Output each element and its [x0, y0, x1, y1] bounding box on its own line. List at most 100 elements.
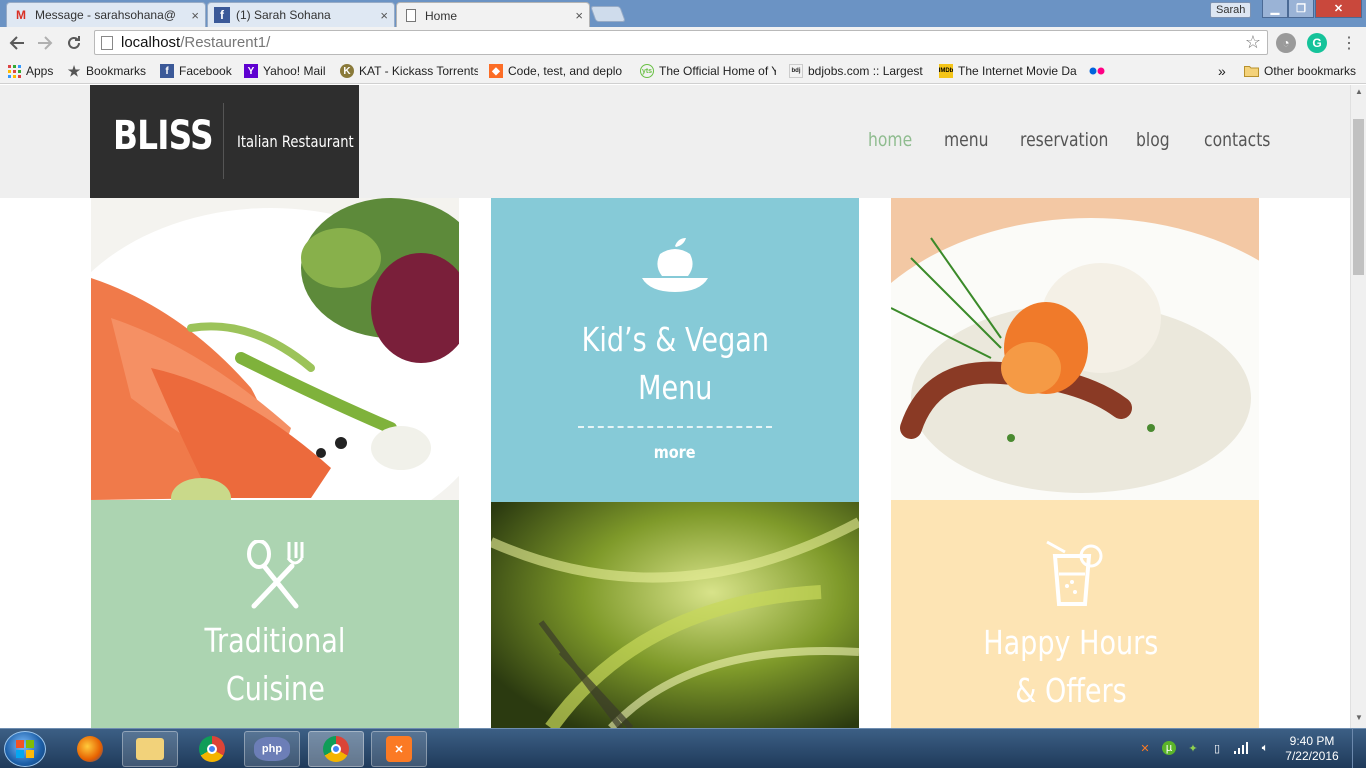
tile-title-line1: Traditional	[204, 621, 346, 660]
new-tab-button[interactable]	[590, 6, 626, 22]
tab-gmail[interactable]: M Message - sarahsohana@ ×	[6, 2, 206, 27]
bookmark-flickr[interactable]	[1089, 63, 1110, 79]
utorrent-tray-icon[interactable]: µ	[1162, 741, 1176, 755]
apple-bowl-icon	[642, 238, 708, 292]
taskbar-php[interactable]: php	[244, 731, 300, 767]
more-link[interactable]: more	[491, 443, 859, 463]
nav-home[interactable]: home	[868, 129, 912, 151]
kids-vegan-menu-tile[interactable]: Kid’s & Vegan Menu more	[491, 198, 859, 502]
star-icon: ★	[67, 63, 81, 79]
chrome-icon	[199, 736, 225, 762]
site-header: BLISS Italian Restaurant home menu reser…	[0, 85, 1350, 198]
bookmark-imdb[interactable]: IMDb The Internet Movie Da	[939, 63, 1079, 79]
bookmark-bookmarks[interactable]: ★ Bookmarks	[67, 63, 146, 79]
bookmark-yts[interactable]: yts The Official Home of Y	[640, 63, 776, 79]
page-scrollbar[interactable]: ▲ ▼	[1350, 85, 1366, 728]
site-logo[interactable]: BLISS Italian Restaurant	[90, 85, 359, 198]
gitlab-icon: ◆	[489, 64, 503, 78]
tab-facebook[interactable]: f (1) Sarah Sohana ×	[207, 2, 395, 27]
xampp-tray-icon[interactable]: ✕	[1138, 741, 1152, 755]
forward-button[interactable]	[34, 32, 56, 54]
bookmark-facebook[interactable]: f Facebook	[160, 63, 232, 79]
bookmark-bdjobs[interactable]: bdj bdjobs.com :: Largest	[789, 63, 925, 79]
cocktail-glass-icon	[1046, 540, 1103, 606]
file-explorer-icon	[136, 738, 164, 760]
close-window-button[interactable]: ✕	[1315, 0, 1362, 18]
url-path: /Restaurent1/	[180, 34, 271, 51]
taskbar-xampp[interactable]: ✕	[371, 731, 427, 767]
yahoo-icon: Y	[244, 64, 258, 78]
bookmark-gitlab[interactable]: ◆ Code, test, and deplo	[489, 63, 627, 79]
tab-strip: M Message - sarahsohana@ × f (1) Sarah S…	[0, 0, 1366, 28]
profile-button[interactable]: Sarah	[1210, 2, 1252, 18]
taskbar-chrome-active[interactable]	[308, 731, 364, 767]
forward-arrow-icon	[38, 36, 53, 50]
shrimp-octopus-risotto-photo	[891, 198, 1259, 500]
grammarly-icon[interactable]: G	[1307, 33, 1327, 53]
battery-tray-icon[interactable]: ▯	[1210, 741, 1224, 755]
tab-home[interactable]: Home ×	[396, 2, 590, 28]
start-button[interactable]	[4, 731, 46, 767]
bookmark-label: The Official Home of Y	[659, 64, 776, 78]
network-share-tray-icon[interactable]: ✦	[1186, 741, 1200, 755]
bookmarks-bar: Apps ★ Bookmarks f Facebook Y Yahoo! Mai…	[0, 58, 1366, 84]
bookmark-other[interactable]: Other bookmarks	[1244, 63, 1356, 79]
scroll-down-icon[interactable]: ▼	[1355, 713, 1363, 722]
nav-blog[interactable]: blog	[1136, 129, 1170, 151]
bookmark-label: KAT - Kickass Torrents	[359, 64, 478, 78]
nav-menu[interactable]: menu	[944, 129, 989, 151]
bookmark-label: bdjobs.com :: Largest	[808, 64, 923, 78]
extension-icon[interactable]: ◔	[1276, 33, 1296, 53]
taskbar-firefox[interactable]	[62, 731, 118, 767]
bookmark-star-icon[interactable]: ☆	[1245, 32, 1261, 53]
happy-hours-offers-tile[interactable]: Happy Hours & Offers	[891, 500, 1259, 728]
tile-title-line1: Happy Hours	[983, 623, 1159, 662]
xampp-icon: ✕	[386, 736, 412, 762]
taskbar-chrome[interactable]	[184, 731, 240, 767]
taskbar-file-explorer[interactable]	[122, 731, 178, 767]
scrollbar-thumb[interactable]	[1353, 119, 1364, 275]
nav-reservation[interactable]: reservation	[1020, 129, 1108, 151]
signal-tray-icon[interactable]	[1234, 741, 1248, 755]
bookmark-apps[interactable]: Apps	[7, 63, 53, 79]
logo-divider	[223, 103, 224, 179]
windows-logo-icon	[16, 740, 34, 758]
bookmarks-overflow-button[interactable]: »	[1218, 63, 1226, 79]
close-tab-icon[interactable]: ×	[380, 8, 388, 23]
nav-contacts[interactable]: contacts	[1204, 129, 1270, 151]
flickr-icon	[1089, 64, 1105, 78]
scroll-up-icon[interactable]: ▲	[1355, 87, 1363, 96]
bookmark-kat[interactable]: K KAT - Kickass Torrents	[340, 63, 478, 79]
minimize-button[interactable]: ▁	[1262, 0, 1288, 18]
close-tab-icon[interactable]: ×	[191, 8, 199, 23]
spoon-fork-icon	[247, 540, 304, 609]
page-viewport: BLISS Italian Restaurant home menu reser…	[0, 85, 1350, 728]
back-button[interactable]	[6, 32, 28, 54]
tile-title-line2: & Offers	[1015, 671, 1127, 710]
yts-icon: yts	[640, 64, 654, 78]
close-tab-icon[interactable]: ×	[575, 8, 583, 23]
gmail-icon: M	[16, 8, 26, 22]
back-arrow-icon	[9, 36, 24, 50]
apps-grid-icon	[7, 64, 21, 78]
menu-icon[interactable]: ⋮	[1338, 32, 1360, 54]
brand-tagline: Italian Restaurant	[237, 132, 354, 151]
brand-name: BLISS	[113, 113, 214, 159]
address-bar[interactable]: localhost/Restaurent1/ ☆	[94, 30, 1268, 55]
tab-title: Message - sarahsohana@	[35, 8, 176, 22]
bookmark-yahoo-mail[interactable]: Y Yahoo! Mail	[244, 63, 325, 79]
page-info-icon[interactable]	[101, 35, 113, 50]
tab-title: (1) Sarah Sohana	[236, 8, 331, 22]
show-desktop-button[interactable]	[1352, 729, 1366, 768]
reload-button[interactable]	[63, 32, 85, 54]
browser-toolbar: localhost/Restaurent1/ ☆ ◔ G ⋮	[0, 27, 1366, 58]
pasta-fork-photo	[491, 502, 859, 728]
traditional-cuisine-tile[interactable]: Traditional Cuisine	[91, 500, 459, 728]
volume-tray-icon[interactable]: 🔈︎	[1258, 741, 1272, 755]
maximize-button[interactable]: ❐	[1288, 0, 1314, 18]
system-clock[interactable]: 9:40 PM 7/22/2016	[1278, 734, 1346, 764]
url-host: localhost	[121, 34, 181, 51]
bookmark-label: Apps	[26, 64, 54, 78]
facebook-icon: f	[214, 7, 230, 23]
tile-title-line1: Kid’s & Vegan	[581, 320, 769, 359]
